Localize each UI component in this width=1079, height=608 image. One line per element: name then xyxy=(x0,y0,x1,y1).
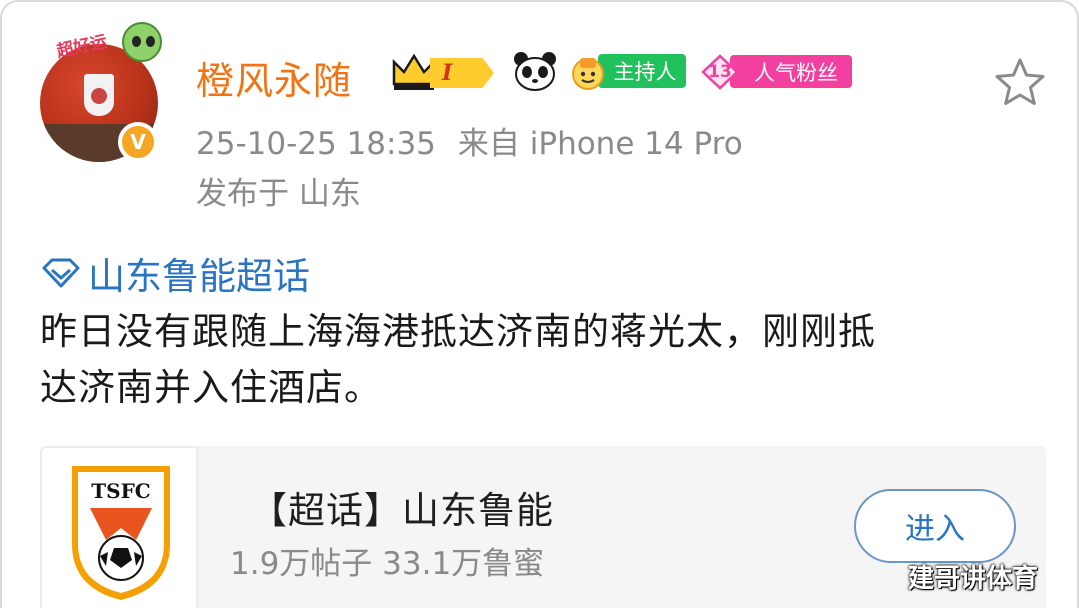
topic-link[interactable]: 山东鲁能超话 xyxy=(40,246,310,300)
post-text-line: 昨日没有跟随上海海港抵达济南的蒋光太，刚刚抵 xyxy=(40,310,876,353)
post-text: 昨日没有跟随上海海港抵达济南的蒋光太，刚刚抵 达济南并入住酒店。 xyxy=(40,304,1050,416)
author-name[interactable]: 橙风永随 xyxy=(196,50,352,105)
tsfc-crest-icon: TSFC xyxy=(72,466,170,600)
host-badge-label: 主持人 xyxy=(598,54,686,88)
panda-icon[interactable] xyxy=(512,50,558,92)
watermark: 建哥讲体育 xyxy=(908,564,1039,594)
star-icon[interactable] xyxy=(992,56,1048,108)
club-logo-text: TSFC xyxy=(91,479,150,503)
club-logo: TSFC xyxy=(40,446,198,608)
avatar-sticker: 超好运 xyxy=(42,22,166,66)
post-location: 发布于 山东 xyxy=(196,176,361,212)
topic-label: 山东鲁能超话 xyxy=(88,255,310,298)
verified-icon: V xyxy=(118,122,158,162)
card-stats: 1.9万帖子 33.1万鲁蜜 xyxy=(230,546,545,582)
fan-badge-level: 13 xyxy=(708,62,732,82)
post-timestamp: 25-10-25 18:35 xyxy=(196,126,436,162)
enter-button[interactable]: 进入 xyxy=(854,489,1016,563)
host-icon xyxy=(572,58,604,90)
diamond-topic-icon xyxy=(42,258,80,288)
avatar-sticker-text: 超好运 xyxy=(54,31,110,63)
post-meta: 25-10-25 18:35 来自 iPhone 14 Pro xyxy=(196,118,743,163)
post-source: 来自 iPhone 14 Pro xyxy=(457,126,743,162)
supertopic-card[interactable]: TSFC 【超话】山东鲁能 1.9万帖子 33.1万鲁蜜 进入 xyxy=(40,446,1046,608)
level-badge-label: I xyxy=(430,58,494,88)
avatar-crest xyxy=(84,74,114,116)
post-card: 超好运 V 橙风永随 I 主持人 人气粉丝 13 25-10-25 18:35 … xyxy=(0,0,1079,608)
card-title: 【超话】山东鲁能 xyxy=(250,489,554,532)
level-badge[interactable]: I xyxy=(390,52,498,92)
fan-badge-label: 人气粉丝 xyxy=(730,55,852,88)
fan-badge[interactable]: 人气粉丝 13 xyxy=(700,54,852,90)
post-text-line: 达济南并入住酒店。 xyxy=(40,366,382,409)
frog-sticker-icon xyxy=(122,22,162,62)
host-badge[interactable]: 主持人 xyxy=(568,54,686,90)
